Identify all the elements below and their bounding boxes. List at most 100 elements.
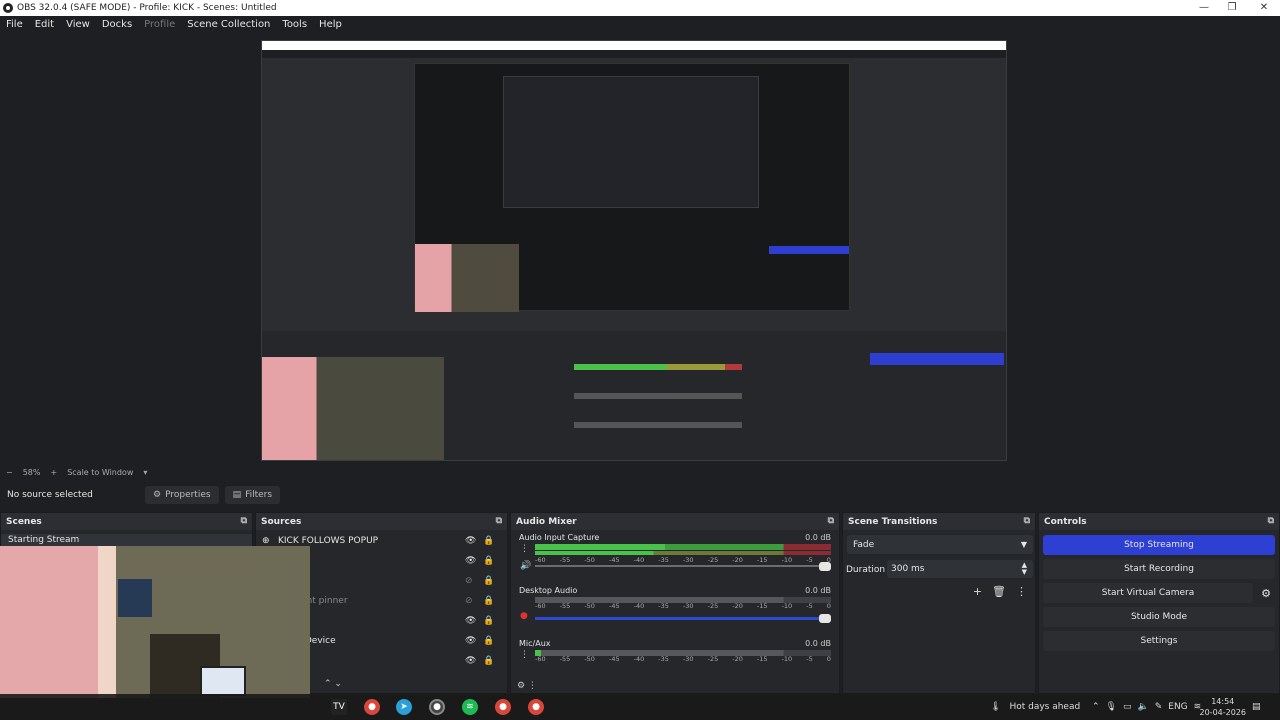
scenes-header: Scenes ⧉ bbox=[1, 513, 252, 530]
chevron-up-icon[interactable]: ⌃ bbox=[1092, 702, 1100, 712]
eye-hidden-icon[interactable]: ⊘ bbox=[465, 576, 473, 586]
nested-meter-3 bbox=[574, 422, 742, 428]
lock-icon[interactable]: 🔒 bbox=[483, 576, 494, 586]
menu-tools[interactable]: Tools bbox=[276, 19, 313, 30]
display-icon[interactable]: ▭ bbox=[1123, 702, 1132, 712]
channel-name: Audio Input Capture bbox=[519, 533, 600, 542]
filters-button[interactable]: ▤ Filters bbox=[224, 486, 281, 504]
eye-icon[interactable]: 👁 bbox=[465, 616, 476, 626]
stop-streaming-button[interactable]: Stop Streaming bbox=[1043, 535, 1275, 555]
dock-float-icon[interactable]: ⧉ bbox=[496, 516, 502, 526]
gear-icon: ⚙ bbox=[153, 490, 162, 500]
chrome-profile2-icon[interactable]: ● bbox=[528, 699, 544, 715]
move-up-down-icon[interactable]: ⌃ ⌄ bbox=[324, 679, 342, 689]
transition-selected: Fade bbox=[853, 539, 875, 550]
camera-monitor bbox=[200, 666, 246, 696]
spotify-icon[interactable]: ≋ bbox=[462, 699, 478, 715]
notification-icon[interactable]: ▤ bbox=[1252, 694, 1261, 720]
channel-db: 0.0 dB bbox=[805, 533, 831, 542]
speaker-icon[interactable]: 🔊 bbox=[520, 561, 531, 571]
nested-scene-camera bbox=[262, 357, 444, 460]
zoom-out-icon[interactable]: − bbox=[6, 468, 13, 477]
mixer-header: Audio Mixer ⧉ bbox=[511, 513, 839, 530]
clock[interactable]: 14:54 20-04-2026 bbox=[1200, 696, 1247, 718]
eye-icon[interactable]: 👁 bbox=[465, 556, 476, 566]
controls-dock: Controls ⧉ Stop Streaming Start Recordin… bbox=[1038, 512, 1280, 694]
dock-float-icon[interactable]: ⧉ bbox=[1024, 516, 1030, 526]
mixer-settings-icon[interactable]: ⚙ ⋮ bbox=[517, 681, 537, 691]
volume-icon[interactable]: 🔈 bbox=[1138, 702, 1149, 712]
gear-icon[interactable]: ⚙ bbox=[1257, 583, 1275, 603]
nested-preview bbox=[414, 63, 850, 312]
eye-icon[interactable]: 👁 bbox=[465, 656, 476, 666]
camera-door-frame bbox=[98, 546, 116, 698]
properties-button[interactable]: ⚙ Properties bbox=[145, 486, 219, 504]
scene-transitions-dock: Scene Transitions ⧉ Fade ▼ Duration 300 … bbox=[842, 512, 1036, 694]
duration-input[interactable]: 300 ms ▲ ▼ bbox=[887, 560, 1033, 578]
telegram-icon[interactable]: ➤ bbox=[396, 699, 412, 715]
clock-date: 20-04-2026 bbox=[1199, 708, 1247, 717]
obs-logo-icon bbox=[3, 3, 13, 13]
lock-icon[interactable]: 🔒 bbox=[483, 636, 494, 646]
menu-docks[interactable]: Docks bbox=[96, 19, 138, 30]
zoom-bar: − 58% + Scale to Window ▾ bbox=[0, 465, 1280, 479]
lock-icon[interactable]: 🔒 bbox=[483, 616, 494, 626]
volume-fader[interactable] bbox=[535, 562, 831, 571]
dock-float-icon[interactable]: ⧉ bbox=[241, 516, 247, 526]
close-button[interactable]: ✕ bbox=[1248, 0, 1280, 16]
muted-icon[interactable]: ● bbox=[520, 611, 528, 621]
scale-dropdown-icon[interactable]: ▾ bbox=[143, 468, 147, 477]
zoom-in-icon[interactable]: + bbox=[50, 468, 57, 477]
transitions-header: Scene Transitions ⧉ bbox=[843, 513, 1035, 530]
weather-widget[interactable]: 🌡 Hot days ahead bbox=[990, 694, 1080, 720]
chrome-icon[interactable]: ● bbox=[364, 699, 380, 715]
language-indicator[interactable]: ENG bbox=[1168, 702, 1187, 712]
fader-knob[interactable] bbox=[819, 614, 831, 623]
eye-icon[interactable]: 👁 bbox=[465, 536, 476, 546]
scale-mode[interactable]: Scale to Window bbox=[67, 468, 133, 477]
fader-knob[interactable] bbox=[819, 562, 831, 571]
mixer-title: Audio Mixer bbox=[516, 516, 577, 527]
transition-select[interactable]: Fade ▼ bbox=[847, 535, 1033, 554]
start-recording-button[interactable]: Start Recording bbox=[1043, 559, 1275, 579]
chrome-profile-icon[interactable]: ● bbox=[495, 699, 511, 715]
menu-profile[interactable]: Profile bbox=[138, 19, 181, 30]
volume-fader[interactable] bbox=[535, 614, 831, 623]
add-icon[interactable]: + bbox=[973, 585, 982, 598]
channel-name: Mic/Aux bbox=[519, 639, 551, 648]
preview-area[interactable] bbox=[0, 33, 1280, 463]
lock-icon[interactable]: 🔒 bbox=[483, 536, 494, 546]
studio-mode-button[interactable]: Studio Mode bbox=[1043, 607, 1275, 627]
menu-edit[interactable]: Edit bbox=[29, 19, 60, 30]
scene-item[interactable]: Starting Stream bbox=[1, 534, 252, 546]
channel-menu-icon[interactable]: ⋮ bbox=[520, 544, 529, 554]
spin-arrows-icon[interactable]: ▲ ▼ bbox=[1022, 562, 1027, 576]
trash-icon[interactable]: 🗑 bbox=[992, 585, 1006, 598]
dock-float-icon[interactable]: ⧉ bbox=[828, 516, 834, 526]
thermometer-icon: 🌡 bbox=[990, 702, 1002, 712]
channel-menu-icon[interactable]: ⋮ bbox=[520, 650, 529, 660]
lock-icon[interactable]: 🔒 bbox=[483, 596, 494, 606]
eye-hidden-icon[interactable]: ⊘ bbox=[465, 596, 473, 606]
preview-canvas[interactable] bbox=[261, 40, 1007, 461]
restore-button[interactable]: ❐ bbox=[1216, 0, 1248, 16]
menu-help[interactable]: Help bbox=[313, 19, 348, 30]
menu-view[interactable]: View bbox=[60, 19, 96, 30]
mixer-channel: Desktop Audio 0.0 dB -60 -55 -50 -45 -40 -35-… bbox=[515, 586, 835, 636]
menu-file[interactable]: File bbox=[0, 19, 29, 30]
meter-ticks: -60 -55 -50 -45 -40 -35 -30 -25 -20 -15 -10 -5 0 bbox=[535, 556, 831, 564]
mic-icon[interactable]: 🎙 bbox=[1106, 702, 1117, 712]
obs-icon[interactable]: ● bbox=[429, 699, 445, 715]
tradingview-icon[interactable]: TV bbox=[331, 699, 347, 715]
menu-scene-collection[interactable]: Scene Collection bbox=[181, 19, 276, 30]
volume-meter bbox=[535, 544, 831, 550]
eye-icon[interactable]: 👁 bbox=[465, 636, 476, 646]
lock-icon[interactable]: 🔒 bbox=[483, 656, 494, 666]
pen-icon[interactable]: ✎ bbox=[1155, 702, 1163, 712]
start-virtual-camera-button[interactable]: Start Virtual Camera bbox=[1043, 583, 1253, 603]
more-icon[interactable]: ⋮ bbox=[1016, 585, 1027, 598]
settings-button[interactable]: Settings bbox=[1043, 631, 1275, 651]
source-label: KICK FOLLOWS POPUP bbox=[278, 536, 379, 546]
lock-icon[interactable]: 🔒 bbox=[483, 556, 494, 566]
dock-float-icon[interactable]: ⧉ bbox=[1268, 516, 1274, 526]
